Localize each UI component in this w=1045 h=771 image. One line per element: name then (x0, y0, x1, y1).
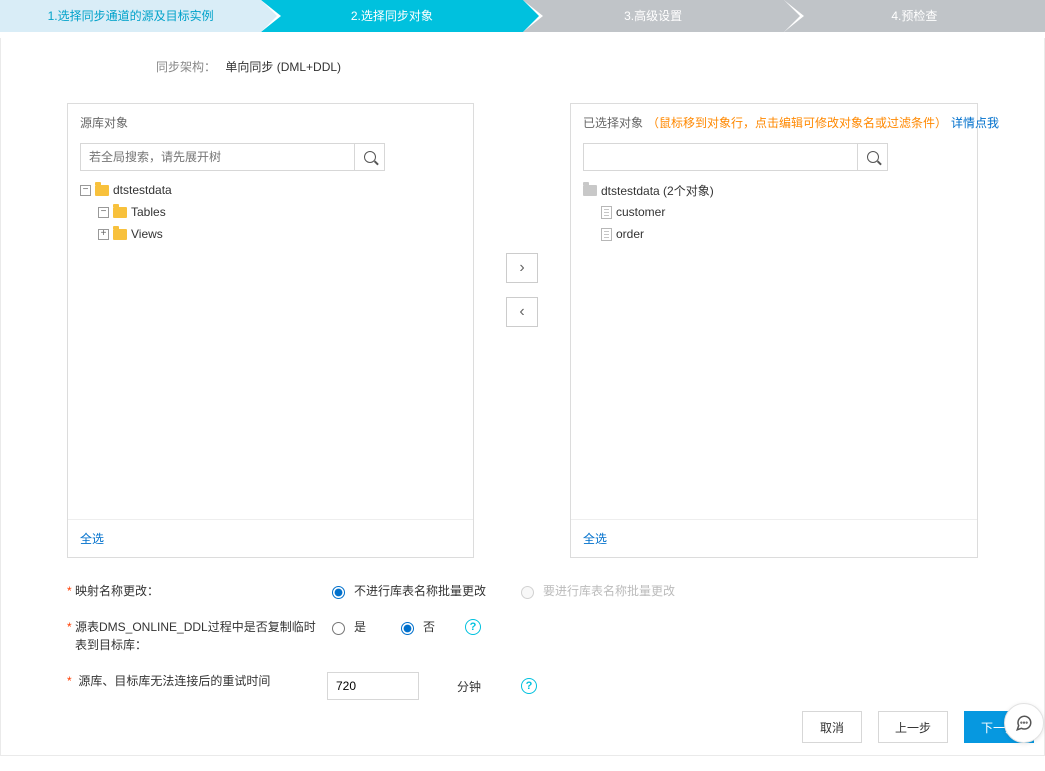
dms-radio-yes-input[interactable] (332, 622, 345, 635)
source-select-all-link[interactable]: 全选 (80, 532, 104, 546)
selected-panel-title: 已选择对象 (583, 114, 643, 131)
selected-objects-panel: 已选择对象 （鼠标移到对象行，点击编辑可修改对象名或过滤条件） 详情点我 dts… (570, 103, 978, 558)
chevron-left-icon: ‹ (519, 304, 524, 320)
tree-node-label: Views (131, 227, 163, 241)
dms-radio-no[interactable]: 否 (396, 618, 435, 635)
retry-unit: 分钟 (457, 678, 481, 695)
selected-search-button[interactable] (858, 143, 888, 171)
selected-panel-hint: （鼠标移到对象行，点击编辑可修改对象名或过滤条件） (647, 114, 947, 131)
selected-table-label: customer (616, 205, 665, 219)
sync-architecture-value: 单向同步 (DML+DDL) (225, 60, 341, 74)
mapping-row: *映射名称更改： 不进行库表名称批量更改 要进行库表名称批量更改 (67, 582, 978, 600)
cancel-button[interactable]: 取消 (802, 711, 862, 743)
retry-label: * 源库、目标库无法连接后的重试时间 (67, 672, 327, 690)
help-icon[interactable]: ? (465, 619, 481, 635)
dms-row: *源表DMS_ONLINE_DDL过程中是否复制临时表到目标库： 是 否 ? (67, 618, 978, 654)
footer-actions: 取消 上一步 下一步 (802, 711, 1034, 743)
retry-row: * 源库、目标库无法连接后的重试时间 分钟 ? (67, 672, 978, 700)
source-objects-panel: 源库对象 − dtstestdata − Tables (67, 103, 474, 558)
sync-architecture-row: 同步架构： 单向同步 (DML+DDL) (156, 58, 1044, 75)
table-icon (601, 206, 612, 219)
selected-search-input[interactable] (583, 143, 858, 171)
search-icon (364, 151, 376, 163)
chat-icon (1015, 714, 1033, 732)
source-tree: − dtstestdata − Tables + Views (68, 175, 473, 519)
tree-node-label: dtstestdata (113, 183, 172, 197)
folder-icon (113, 229, 127, 240)
chat-fab[interactable] (1004, 703, 1044, 743)
selected-table-row[interactable]: order (583, 223, 965, 245)
move-left-button[interactable]: ‹ (506, 297, 538, 327)
table-icon (601, 228, 612, 241)
wizard-step-4[interactable]: 4.预检查 (784, 0, 1045, 32)
mapping-radio-yes[interactable]: 要进行库表名称批量更改 (516, 582, 675, 599)
help-icon[interactable]: ? (521, 678, 537, 694)
transfer-buttons: › ‹ (474, 103, 570, 327)
prev-button[interactable]: 上一步 (878, 711, 948, 743)
expand-icon[interactable]: + (98, 229, 109, 240)
folder-icon (113, 207, 127, 218)
search-icon (867, 151, 879, 163)
content-area: 同步架构： 单向同步 (DML+DDL) 源库对象 − dtstestdata (0, 38, 1045, 756)
sync-architecture-label: 同步架构： (156, 60, 216, 74)
dms-label: *源表DMS_ONLINE_DDL过程中是否复制临时表到目标库： (67, 618, 327, 654)
mapping-radio-no[interactable]: 不进行库表名称批量更改 (327, 582, 486, 599)
folder-icon (583, 185, 597, 196)
dms-radio-no-input[interactable] (401, 622, 414, 635)
collapse-icon[interactable]: − (98, 207, 109, 218)
tree-node-db[interactable]: − dtstestdata (80, 179, 461, 201)
collapse-icon[interactable]: − (80, 185, 91, 196)
wizard-step-1[interactable]: 1.选择同步通道的源及目标实例 (0, 0, 261, 32)
wizard-step-2[interactable]: 2.选择同步对象 (261, 0, 522, 32)
options-form: *映射名称更改： 不进行库表名称批量更改 要进行库表名称批量更改 *源表DMS_… (1, 558, 1044, 700)
tree-node-views[interactable]: + Views (80, 223, 461, 245)
wizard-steps: 1.选择同步通道的源及目标实例 2.选择同步对象 3.高级设置 4.预检查 (0, 0, 1045, 32)
selected-table-row[interactable]: customer (583, 201, 965, 223)
dms-radio-yes[interactable]: 是 (327, 618, 366, 635)
source-search-button[interactable] (355, 143, 385, 171)
chevron-right-icon: › (519, 260, 524, 276)
tree-node-tables[interactable]: − Tables (80, 201, 461, 223)
selected-db-node[interactable]: dtstestdata (2个对象) (583, 179, 965, 201)
source-panel-title: 源库对象 (80, 114, 128, 131)
tree-node-label: Tables (131, 205, 166, 219)
mapping-radio-no-input[interactable] (332, 586, 345, 599)
selected-tree: dtstestdata (2个对象) customer order (571, 175, 977, 519)
source-search-input[interactable] (80, 143, 355, 171)
selected-select-all-link[interactable]: 全选 (583, 532, 607, 546)
wizard-step-3[interactable]: 3.高级设置 (523, 0, 784, 32)
selected-panel-details-link[interactable]: 详情点我 (951, 114, 999, 131)
move-right-button[interactable]: › (506, 253, 538, 283)
mapping-label: *映射名称更改： (67, 582, 327, 600)
selected-db-label: dtstestdata (2个对象) (601, 182, 714, 199)
retry-time-input[interactable] (327, 672, 419, 700)
mapping-radio-yes-input[interactable] (521, 586, 534, 599)
folder-icon (95, 185, 109, 196)
selected-table-label: order (616, 227, 644, 241)
